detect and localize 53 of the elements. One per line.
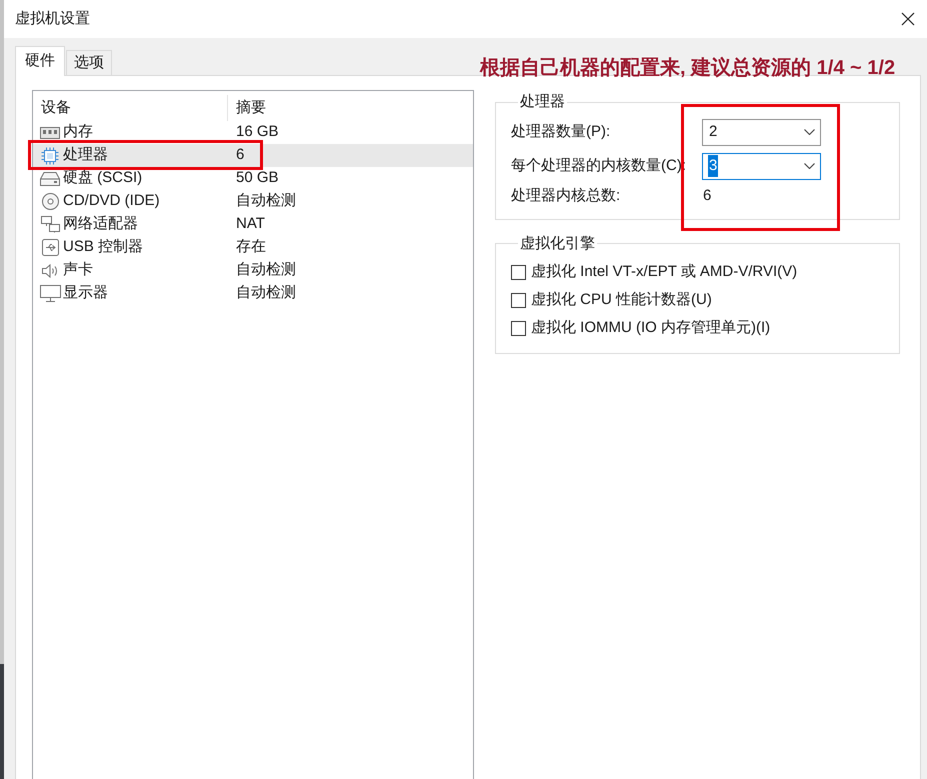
checkbox-label[interactable]: 虚拟化 IOMMU (IO 内存管理单元)(I) bbox=[531, 316, 770, 340]
device-name: 处理器 bbox=[63, 145, 108, 166]
monitor-icon bbox=[40, 285, 60, 302]
device-name: 硬盘 (SCSI) bbox=[63, 168, 142, 188]
list-row[interactable]: 硬盘 (SCSI) 50 GB bbox=[33, 167, 473, 190]
list-row[interactable]: USB 控制器 存在 bbox=[33, 236, 473, 259]
close-icon[interactable] bbox=[901, 12, 915, 26]
device-summary: 16 GB bbox=[235, 122, 279, 142]
tab[interactable]: 选项 bbox=[66, 50, 112, 75]
checkbox[interactable] bbox=[511, 320, 526, 336]
field-label: 处理器内核总数: bbox=[511, 186, 622, 206]
device-summary: 自动检测 bbox=[235, 260, 296, 280]
device-name: CD/DVD (IDE) bbox=[63, 191, 160, 212]
device-summary: 50 GB bbox=[235, 168, 279, 188]
disc-icon bbox=[42, 193, 58, 210]
device-name: 内存 bbox=[63, 122, 93, 142]
list-row[interactable]: 声卡 自动检测 bbox=[33, 259, 473, 282]
device-name: 显示器 bbox=[63, 283, 108, 304]
checkbox[interactable] bbox=[511, 292, 526, 308]
chevron-down-icon bbox=[804, 129, 815, 135]
memory-module-icon bbox=[40, 126, 60, 138]
chevron-down-icon bbox=[804, 163, 815, 169]
network-monitors-icon bbox=[40, 216, 60, 233]
field-label: 处理器数量(P): bbox=[511, 122, 612, 142]
group-title: 处理器 bbox=[519, 92, 566, 112]
speaker-icon bbox=[42, 264, 58, 278]
dropdown[interactable]: 2 bbox=[702, 118, 821, 146]
list-row[interactable]: CD/DVD (IDE) 自动检测 bbox=[33, 190, 473, 213]
device-summary: 自动检测 bbox=[235, 191, 296, 212]
checkbox-label[interactable]: 虚拟化 CPU 性能计数器(U) bbox=[531, 288, 712, 312]
device-summary: NAT bbox=[235, 214, 265, 234]
hard-drive-icon bbox=[40, 172, 60, 186]
list-row[interactable]: 显示器 自动检测 bbox=[33, 282, 473, 305]
device-summary: 6 bbox=[235, 145, 244, 166]
group-title: 虚拟化引擎 bbox=[519, 234, 596, 254]
column-header: 设备 bbox=[41, 98, 71, 118]
device-name: USB 控制器 bbox=[63, 237, 144, 258]
column-header: 摘要 bbox=[236, 98, 266, 116]
value-text: 6 bbox=[702, 186, 712, 206]
tab[interactable]: 硬件 bbox=[15, 46, 65, 76]
device-name: 声卡 bbox=[63, 260, 93, 280]
chip-icon bbox=[41, 146, 59, 164]
device-summary: 自动检测 bbox=[235, 283, 296, 304]
dropdown[interactable]: 3 bbox=[702, 152, 821, 180]
list-row[interactable]: 内存 16 GB bbox=[33, 121, 473, 144]
window-title: 虚拟机设置 bbox=[15, 8, 90, 29]
device-name: 网络适配器 bbox=[63, 214, 138, 234]
checkbox[interactable] bbox=[511, 264, 526, 280]
usb-icon bbox=[42, 239, 58, 256]
annotation-text: 根据自己机器的配置来, 建议总资源的 1/4 ~ 1/2 bbox=[480, 56, 896, 81]
checkbox-label[interactable]: 虚拟化 Intel VT-x/EPT 或 AMD-V/RVI(V) bbox=[531, 260, 798, 284]
device-summary: 存在 bbox=[235, 237, 266, 258]
list-row[interactable]: 网络适配器 NAT bbox=[33, 213, 473, 236]
